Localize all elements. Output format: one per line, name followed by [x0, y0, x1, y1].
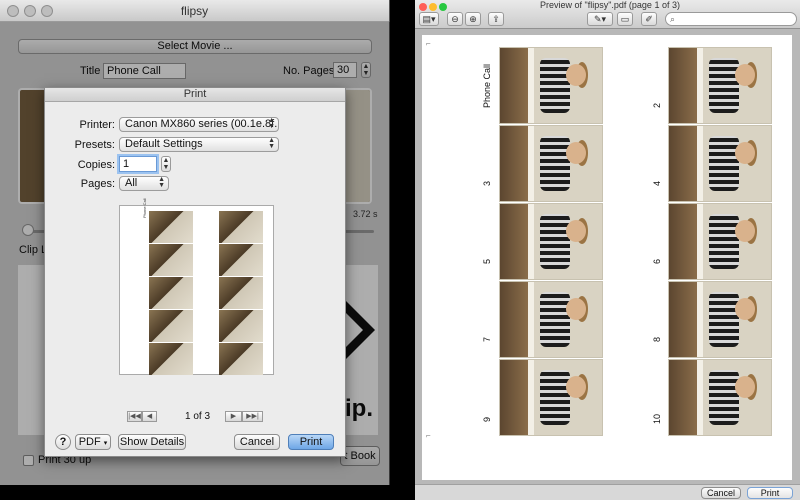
thumb-title: Phone Call: [142, 198, 147, 218]
frame-number: 6: [652, 258, 662, 264]
preview-window: Preview of "flipsy".pdf (page 1 of 3) ▤▾…: [415, 0, 800, 500]
preview-titlebar: Preview of "flipsy".pdf (page 1 of 3) ▤▾…: [415, 0, 800, 29]
presets-label: Presets:: [74, 139, 115, 151]
pdf-menu-button[interactable]: PDF ▾: [75, 434, 111, 450]
help-button[interactable]: ?: [55, 434, 71, 450]
printer-label: Printer:: [79, 119, 115, 131]
thumb-photo: [219, 310, 263, 342]
search-icon: ⌕: [670, 14, 676, 24]
print-button[interactable]: Print: [288, 434, 334, 450]
minimize-window-button[interactable]: [429, 3, 437, 11]
edit-markup-icon[interactable]: ✐: [641, 12, 657, 26]
thumb-photo: [219, 244, 263, 276]
printer-popup[interactable]: Canon MX860 series (00.1e.8f.7... ▲ ▼: [119, 117, 279, 132]
cancel-button[interactable]: Cancel: [234, 434, 280, 450]
copies-label: Copies:: [77, 159, 115, 171]
show-details-button[interactable]: Show Details: [118, 434, 186, 450]
pages-range-label: Pages:: [80, 178, 115, 190]
print-preview-thumbnail: Phone Call: [119, 198, 274, 375]
frame-number: 2: [652, 102, 662, 108]
frame-number: 8: [652, 336, 662, 342]
crop-mark: ⌐: [426, 39, 431, 48]
popup-arrows-icon: ▲ ▼: [268, 137, 275, 150]
print-sheet-title: Print: [45, 88, 345, 102]
annotate-pen-icon[interactable]: ✎▾: [587, 12, 613, 26]
frame-number: 5: [482, 258, 492, 264]
next-page-button[interactable]: ▶: [225, 411, 242, 422]
frame-number: 4: [652, 180, 662, 186]
pdf-page: ⌐ ⌐ Phone Call 2 3 4 5 6 7 8 9 10: [422, 35, 792, 480]
pages-range-popup[interactable]: All ▲ ▼: [119, 176, 169, 191]
chevron-down-icon: ▾: [103, 440, 108, 447]
flipbook-frame-photo: [668, 359, 772, 436]
sidebar-view-icon[interactable]: ▤▾: [419, 12, 439, 26]
preview-window-title: Preview of "flipsy".pdf (page 1 of 3): [540, 0, 680, 10]
crop-mark: ⌐: [426, 431, 431, 440]
toolbox-icon[interactable]: ▭: [617, 12, 633, 26]
pages-range-value: All: [125, 177, 138, 189]
presets-value: Default Settings: [125, 138, 203, 150]
preview-print-button[interactable]: Print: [747, 487, 793, 499]
flipsy-titlebar: flipsy: [0, 0, 389, 22]
zoom-out-icon[interactable]: ⊖: [447, 12, 463, 26]
close-window-button[interactable]: [419, 3, 427, 11]
flipbook-frame-photo: [668, 47, 772, 124]
last-page-button[interactable]: ▶▶|: [242, 411, 263, 422]
popup-arrows-icon: ▲ ▼: [268, 117, 275, 130]
flipbook-frame-photo: [668, 203, 772, 280]
search-field[interactable]: ⌕: [665, 12, 797, 26]
print-sheet: Print Printer: Canon MX860 series (00.1e…: [44, 87, 346, 457]
first-page-button[interactable]: |◀◀: [127, 411, 142, 422]
thumb-photo: [149, 310, 193, 342]
printer-value: Canon MX860 series (00.1e.8f.7...: [125, 118, 279, 130]
flipbook-frame-photo: [499, 281, 603, 358]
pdf-label: PDF: [78, 436, 101, 448]
share-icon[interactable]: ⇪: [488, 12, 504, 26]
page-count: 1 of 3: [185, 411, 211, 422]
zoom-in-icon[interactable]: ⊕: [465, 12, 481, 26]
preview-bottom-bar: Cancel Print: [415, 484, 800, 500]
flipbook-frame-photo: [499, 125, 603, 202]
thumb-photo: [219, 343, 263, 375]
preview-cancel-button[interactable]: Cancel: [701, 487, 741, 499]
presets-popup[interactable]: Default Settings ▲ ▼: [119, 137, 279, 152]
flipbook-frame-photo: [668, 125, 772, 202]
thumb-photo: [219, 211, 263, 243]
thumb-photo: [149, 277, 193, 309]
prev-page-button[interactable]: ◀: [142, 411, 157, 422]
flipbook-frame-photo: [499, 359, 603, 436]
thumb-photo: [149, 244, 193, 276]
flipbook-frame-photo: [499, 203, 603, 280]
frame-number: 7: [482, 336, 492, 342]
copies-stepper[interactable]: ▲ ▼: [161, 156, 171, 172]
frame-number: 9: [482, 416, 492, 422]
flipbook-frame-photo: [668, 281, 772, 358]
popup-arrows-icon: ▲ ▼: [158, 176, 165, 189]
thumb-photo: [149, 343, 193, 375]
thumb-photo: [149, 211, 193, 243]
copies-field[interactable]: 1: [119, 156, 157, 172]
frame-number: 3: [482, 180, 492, 186]
page-title-label: Phone Call: [482, 63, 492, 108]
frame-number: 10: [652, 413, 662, 424]
flipbook-frame-photo: [499, 47, 603, 124]
zoom-window-button[interactable]: [439, 3, 447, 11]
window-title: flipsy: [180, 4, 209, 18]
thumb-photo: [219, 277, 263, 309]
